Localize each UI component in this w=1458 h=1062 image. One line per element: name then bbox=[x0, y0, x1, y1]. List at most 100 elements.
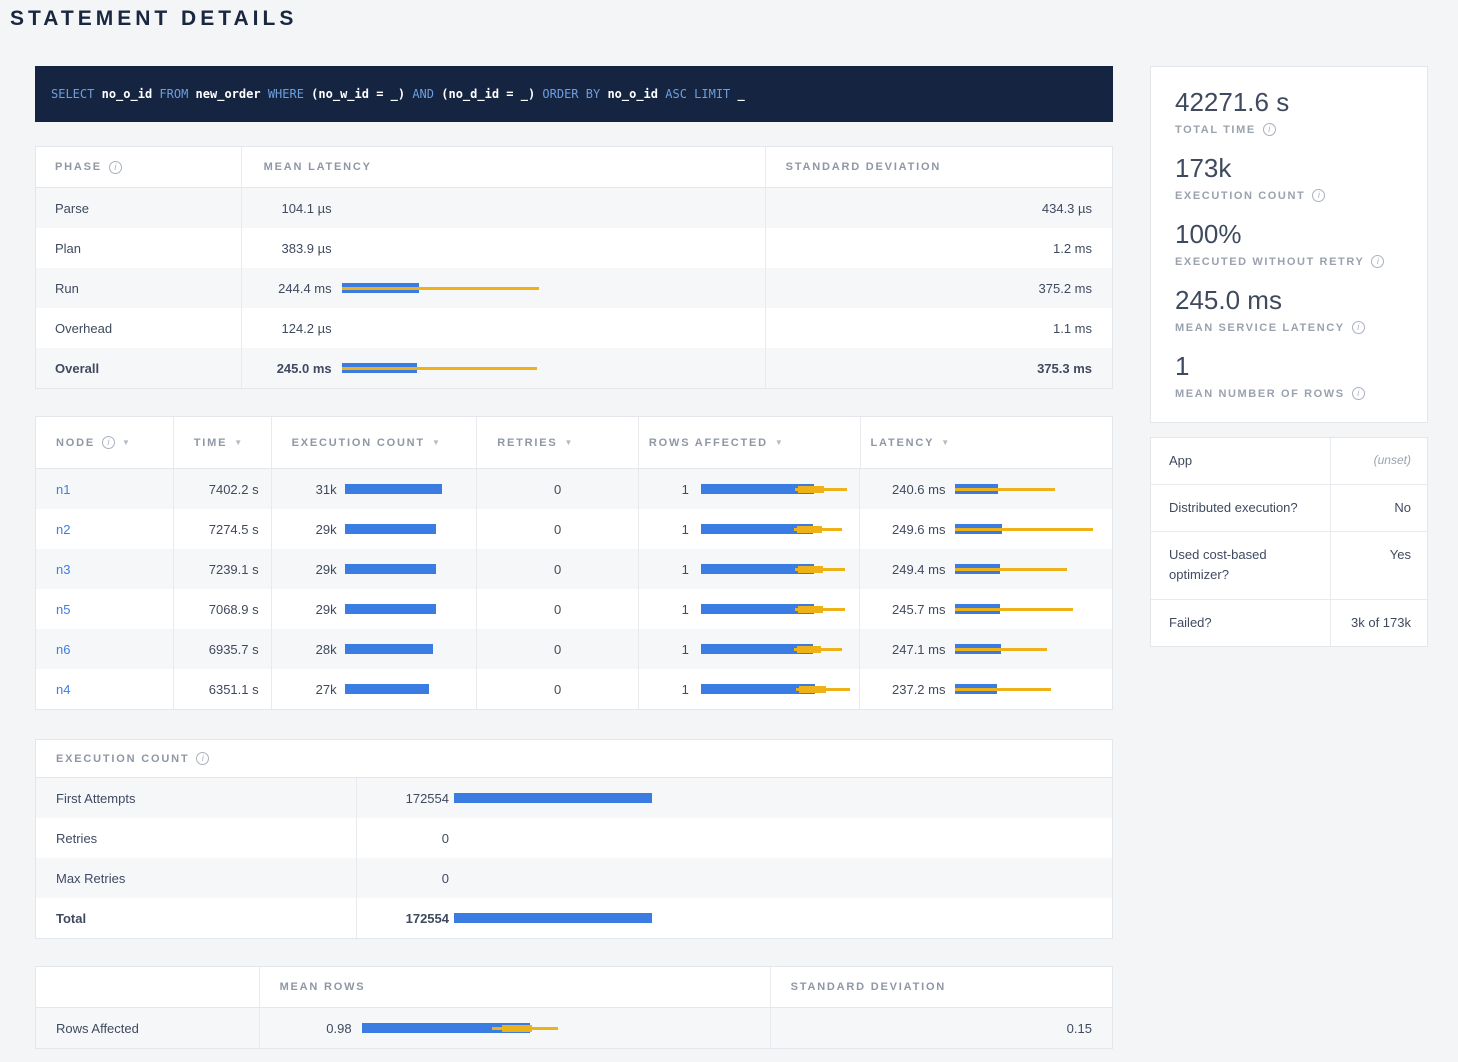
latency-column-header[interactable]: LATENCY bbox=[860, 417, 1113, 468]
sort-desc-icon[interactable] bbox=[122, 438, 130, 447]
retries-cell: 0 bbox=[476, 629, 638, 669]
stat-value: 245.0 ms bbox=[1175, 285, 1403, 316]
statement-details-card: App (unset) Distributed execution? No Us… bbox=[1150, 437, 1428, 647]
node-row: n6 6935.7 s 28k 0 1 247.1 ms bbox=[36, 629, 1112, 669]
stat-label-text: EXECUTION COUNT bbox=[1175, 190, 1305, 202]
phase-name: Parse bbox=[36, 188, 241, 228]
table-row: Total 172554 bbox=[36, 898, 1112, 938]
info-icon[interactable] bbox=[109, 161, 122, 174]
node-row: n4 6351.1 s 27k 0 1 237.2 ms bbox=[36, 669, 1112, 709]
rows-affected-column-header[interactable]: ROWS AFFECTED bbox=[638, 417, 860, 468]
stddev-line bbox=[955, 608, 1073, 611]
node-cell: n2 bbox=[36, 509, 173, 549]
info-icon[interactable] bbox=[1352, 387, 1365, 400]
main-content: SELECT no_o_id FROM new_order WHERE (no_… bbox=[35, 66, 1113, 1049]
rows-table-body: Rows Affected 0.98 0.15 bbox=[36, 1008, 1112, 1048]
sort-desc-icon[interactable] bbox=[234, 438, 242, 447]
retries-column-header[interactable]: RETRIES bbox=[476, 417, 638, 468]
stddev-tick bbox=[502, 1025, 532, 1032]
sql-identifier: new_order bbox=[196, 87, 261, 101]
mean-latency-cell: 124.2 µs bbox=[241, 308, 765, 348]
rows-affected-bar bbox=[701, 643, 846, 655]
mean-rows-header-label: MEAN ROWS bbox=[280, 981, 366, 993]
execution-count-cell: 31k bbox=[271, 469, 477, 509]
table-row: Retries 0 bbox=[36, 818, 1112, 858]
std-dev-value: 375.3 ms bbox=[765, 348, 1112, 388]
std-dev-value: 1.1 ms bbox=[765, 308, 1112, 348]
stat-label: EXECUTED WITHOUT RETRY bbox=[1175, 255, 1403, 268]
detail-label: Distributed execution? bbox=[1151, 485, 1331, 531]
std-dev-value: 1.2 ms bbox=[765, 228, 1112, 268]
node-table-header: NODE TIME EXECUTION COUNT RETRIES ROWS A… bbox=[36, 417, 1112, 469]
latency-bar bbox=[955, 483, 1096, 495]
latency-value: 237.2 ms bbox=[870, 682, 945, 697]
rows-affected-value: 1 bbox=[649, 522, 689, 537]
rows-affected-cell: 1 bbox=[638, 669, 860, 709]
sql-expression: (no_w_id = _) bbox=[311, 87, 405, 101]
table-row: Overhead 124.2 µs 1.1 ms bbox=[36, 308, 1112, 348]
time-column-header[interactable]: TIME bbox=[173, 417, 271, 468]
stat-label-text: TOTAL TIME bbox=[1175, 124, 1256, 136]
node-link[interactable]: n2 bbox=[56, 522, 70, 537]
execution-count-value: 29k bbox=[292, 562, 337, 577]
rows-affected-bar bbox=[701, 523, 846, 535]
standard-deviation-header-label: STANDARD DEVIATION bbox=[791, 981, 946, 993]
info-icon[interactable] bbox=[1352, 321, 1365, 334]
stat-total-time: 42271.6 s TOTAL TIME bbox=[1175, 87, 1403, 136]
mean-bar bbox=[345, 684, 429, 694]
execution-count-cell: 29k bbox=[271, 509, 477, 549]
execution-count-value: 28k bbox=[292, 642, 337, 657]
node-link[interactable]: n4 bbox=[56, 682, 70, 697]
node-cell: n6 bbox=[36, 629, 173, 669]
execution-count-cell: 27k bbox=[271, 669, 477, 709]
info-icon[interactable] bbox=[102, 436, 115, 449]
node-link[interactable]: n5 bbox=[56, 602, 70, 617]
table-row: Run 244.4 ms 375.2 ms bbox=[36, 268, 1112, 308]
table-row: Parse 104.1 µs 434.3 µs bbox=[36, 188, 1112, 228]
sql-expression: _ bbox=[738, 87, 745, 101]
time-cell: 7068.9 s bbox=[173, 589, 271, 629]
info-icon[interactable] bbox=[196, 752, 209, 765]
exec-row-value-cell: 0 bbox=[356, 818, 1112, 858]
execution-count-column-header[interactable]: EXECUTION COUNT bbox=[271, 417, 477, 468]
execution-count-bar bbox=[345, 683, 463, 695]
node-row: n3 7239.1 s 29k 0 1 249.4 ms bbox=[36, 549, 1112, 589]
sql-statement: SELECT no_o_id FROM new_order WHERE (no_… bbox=[51, 87, 1097, 101]
node-link[interactable]: n6 bbox=[56, 642, 70, 657]
sql-keyword: ORDER BY bbox=[542, 87, 600, 101]
info-icon[interactable] bbox=[1263, 123, 1276, 136]
time-cell: 6351.1 s bbox=[173, 669, 271, 709]
stddev-line bbox=[342, 367, 537, 370]
execution-count-table: EXECUTION COUNT First Attempts 172554 Re… bbox=[35, 739, 1113, 939]
sort-desc-icon[interactable] bbox=[941, 438, 949, 447]
sql-keyword: AND bbox=[412, 87, 434, 101]
mean-latency-header-cell: MEAN LATENCY bbox=[241, 147, 765, 187]
node-column-header[interactable]: NODE bbox=[36, 417, 173, 468]
rows-affected-header-label: ROWS AFFECTED bbox=[649, 437, 768, 449]
time-header-label: TIME bbox=[194, 437, 227, 449]
sort-desc-icon[interactable] bbox=[432, 438, 440, 447]
mean-latency-cell: 245.0 ms bbox=[241, 348, 765, 388]
stddev-line bbox=[955, 648, 1047, 651]
exec-row-value: 172554 bbox=[357, 791, 449, 806]
info-icon[interactable] bbox=[1312, 189, 1325, 202]
rows-affected-label: Rows Affected bbox=[36, 1008, 259, 1048]
mean-bar bbox=[345, 524, 436, 534]
detail-value: (unset) bbox=[1331, 438, 1427, 484]
node-table-body: n1 7402.2 s 31k 0 1 240.6 ms bbox=[36, 469, 1112, 709]
sql-expression: (no_d_id = _) bbox=[441, 87, 535, 101]
sort-desc-icon[interactable] bbox=[565, 438, 573, 447]
rows-affected-bar bbox=[701, 603, 846, 615]
time-cell: 7402.2 s bbox=[173, 469, 271, 509]
exec-row-value-cell: 0 bbox=[356, 858, 1112, 898]
latency-bar bbox=[955, 603, 1096, 615]
sql-keyword: ASC LIMIT bbox=[665, 87, 730, 101]
info-icon[interactable] bbox=[1371, 255, 1384, 268]
sort-desc-icon[interactable] bbox=[775, 438, 783, 447]
stat-value: 42271.6 s bbox=[1175, 87, 1403, 118]
stat-mean-number-of-rows: 1 MEAN NUMBER OF ROWS bbox=[1175, 351, 1403, 400]
node-link[interactable]: n3 bbox=[56, 562, 70, 577]
node-link[interactable]: n1 bbox=[56, 482, 70, 497]
latency-header-label: LATENCY bbox=[871, 437, 935, 449]
stddev-line bbox=[955, 528, 1093, 531]
